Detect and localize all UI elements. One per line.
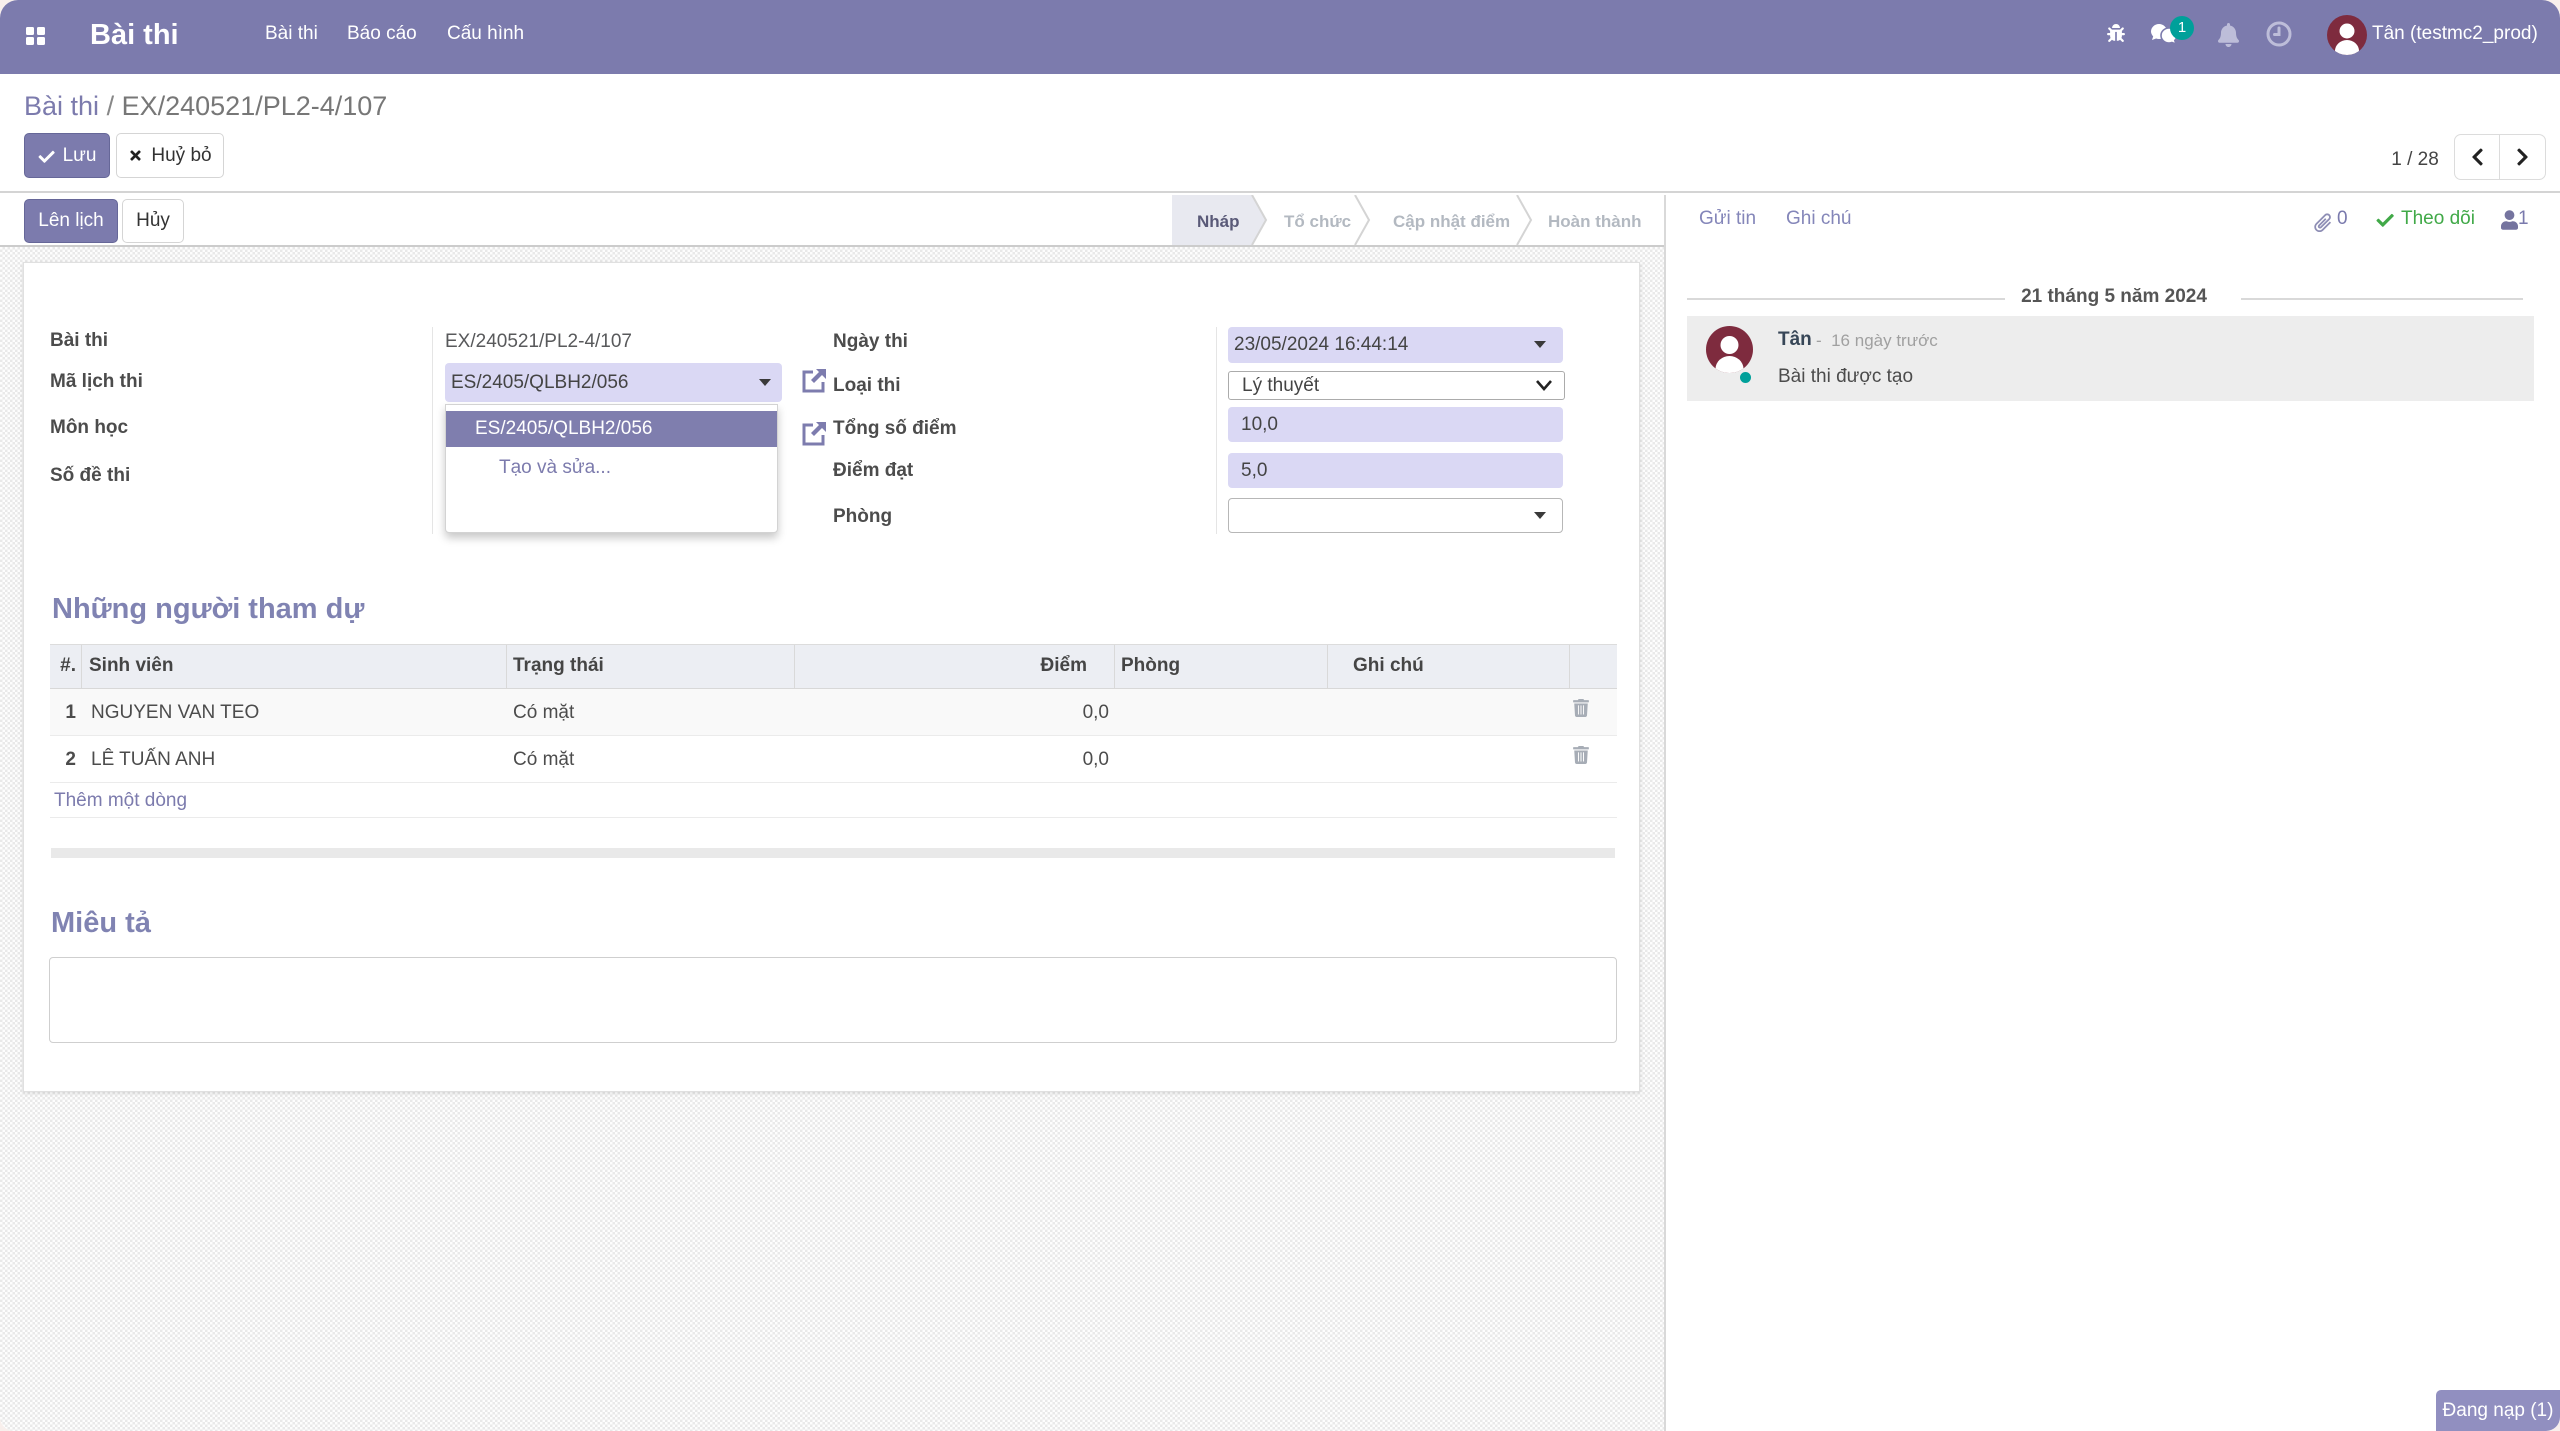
svg-text:Nháp: Nháp	[1197, 212, 1240, 231]
svg-text:Cập nhật điểm: Cập nhật điểm	[1393, 212, 1510, 231]
svg-text:Hoàn thành: Hoàn thành	[1548, 212, 1642, 231]
svg-text:Tổ chức: Tổ chức	[1284, 212, 1351, 231]
